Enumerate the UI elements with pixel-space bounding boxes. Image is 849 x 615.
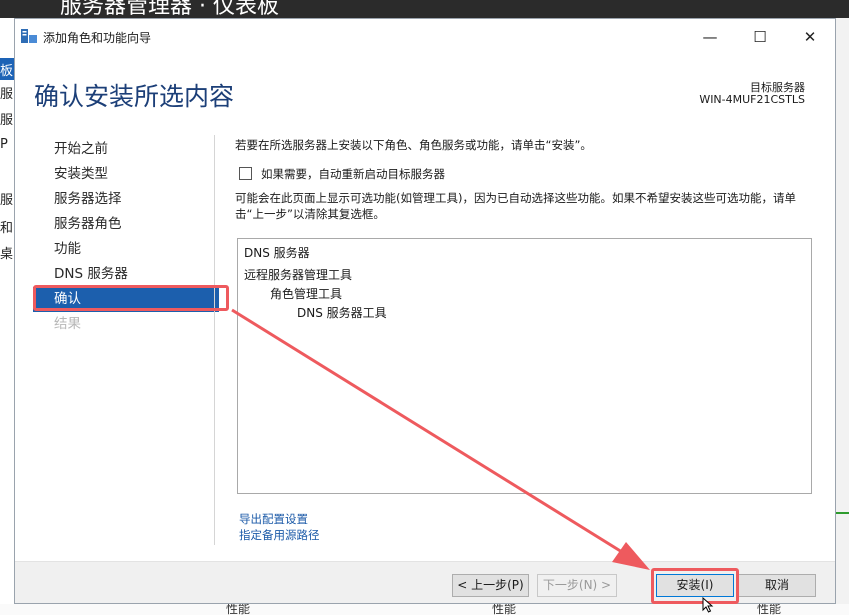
- list-item-rsat: 远程服务器管理工具: [244, 268, 353, 282]
- server-manager-titlebar: 服务器管理器 · 仪表板: [0, 0, 849, 18]
- mouse-cursor-icon: [702, 597, 714, 613]
- page-title: 确认安装所选内容: [34, 82, 235, 111]
- perf-label-1: 性能: [226, 604, 251, 615]
- nav-divider: [214, 135, 215, 545]
- next-button[interactable]: 下一步(N) >: [537, 574, 617, 597]
- nav-item-results: 结果: [54, 316, 81, 332]
- dialog-title: 添加角色和功能向导: [43, 31, 152, 45]
- server-manager-bottom: 性能 性能 性能: [0, 604, 849, 615]
- list-item-role-admin-tools: 角色管理工具: [270, 287, 343, 301]
- sidebar-glyph-1[interactable]: 服: [0, 88, 13, 101]
- nav-item-installation-type[interactable]: 安装类型: [33, 162, 219, 187]
- nav-item-server-roles[interactable]: 服务器角色: [33, 212, 219, 237]
- target-server-name: WIN-4MUF21CSTLS: [699, 93, 805, 106]
- cancel-button[interactable]: 取消: [738, 574, 816, 597]
- server-manager-title: 服务器管理器 · 仪表板: [60, 0, 279, 18]
- perf-label-3: 性能: [757, 604, 782, 615]
- sidebar-dashboard-glyph: 板: [0, 64, 14, 79]
- server-manager-icon: [21, 29, 37, 43]
- close-button[interactable]: ✕: [787, 19, 833, 55]
- install-highlight-annotation: [651, 568, 739, 604]
- perf-label-2: 性能: [492, 604, 517, 615]
- nav-item-before-you-begin[interactable]: 开始之前: [33, 137, 219, 162]
- server-manager-right-edge: [836, 18, 849, 615]
- optional-features-note: 可能会在此页面上显示可选功能(如管理工具)，因为已自动选择这些功能。如果不希望安…: [235, 191, 796, 221]
- alt-source-path-link[interactable]: 指定备用源路径: [239, 527, 320, 543]
- status-indicator: [836, 512, 849, 514]
- previous-button[interactable]: < 上一步(P): [452, 574, 529, 597]
- confirmation-highlight-annotation: [33, 285, 229, 311]
- nav-item-features[interactable]: 功能: [33, 237, 219, 262]
- selection-listbox[interactable]: DNS 服务器 远程服务器管理工具 角色管理工具 DNS 服务器工具: [237, 238, 812, 494]
- dialog-titlebar[interactable]: 添加角色和功能向导 — ☐ ✕: [15, 19, 835, 55]
- sidebar-glyph-5[interactable]: 和: [0, 222, 13, 235]
- restart-checkbox-label[interactable]: 如果需要，自动重新启动目标服务器: [261, 166, 445, 182]
- install-instruction-text: 若要在所选服务器上安装以下角色、角色服务或功能，请单击“安装”。: [235, 138, 592, 152]
- nav-item-server-selection[interactable]: 服务器选择: [33, 187, 219, 212]
- sidebar-glyph-4[interactable]: 服: [0, 194, 13, 207]
- minimize-button[interactable]: —: [687, 19, 733, 55]
- list-item-dns-server: DNS 服务器: [244, 246, 310, 260]
- sidebar-glyph-3[interactable]: P: [0, 138, 8, 151]
- sidebar-glyph-2[interactable]: 服: [0, 114, 13, 127]
- list-item-dns-tools: DNS 服务器工具: [297, 306, 387, 320]
- restart-checkbox[interactable]: [239, 167, 252, 180]
- export-config-link[interactable]: 导出配置设置: [239, 511, 308, 527]
- sidebar-glyph-6[interactable]: 桌: [0, 248, 13, 261]
- server-manager-sidebar: 板 服 服 P 服 和 桌: [0, 18, 14, 615]
- maximize-button[interactable]: ☐: [737, 19, 783, 55]
- nav-item-dns-server[interactable]: DNS 服务器: [33, 262, 219, 287]
- add-roles-wizard-dialog: 添加角色和功能向导 — ☐ ✕ 确认安装所选内容 目标服务器 WIN-4MUF2…: [14, 18, 836, 604]
